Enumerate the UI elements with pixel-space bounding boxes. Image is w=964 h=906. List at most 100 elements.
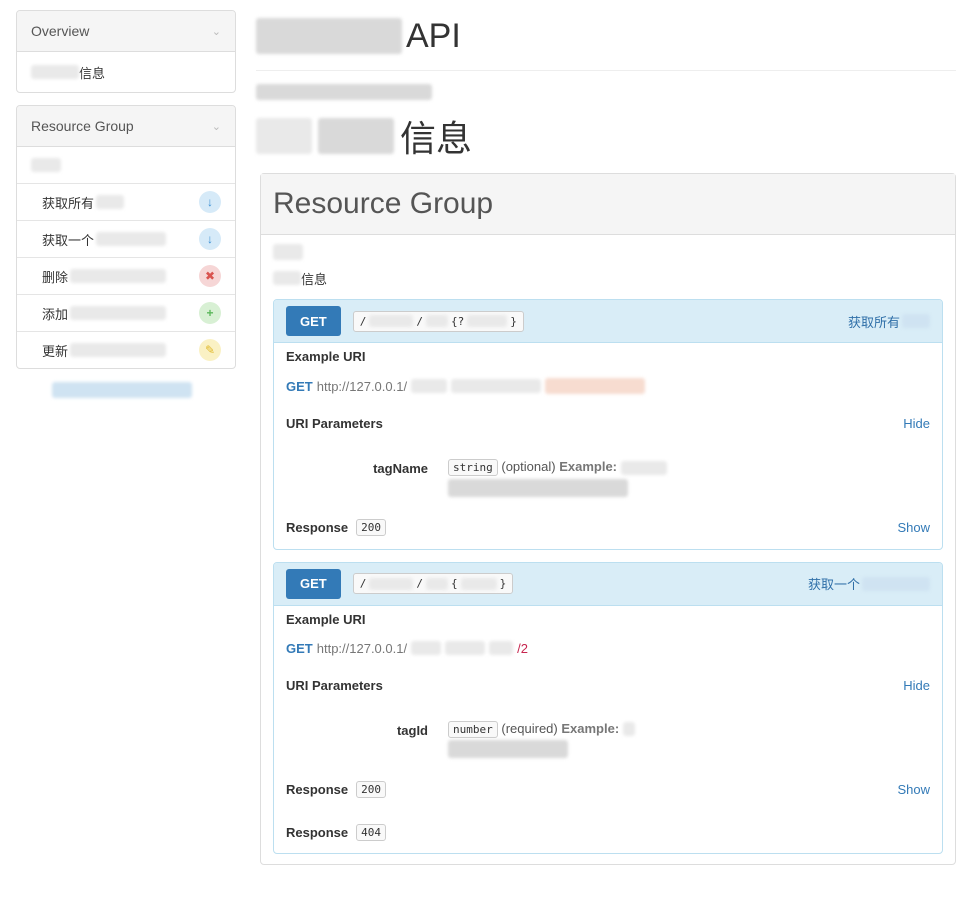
redacted-text — [273, 271, 301, 285]
param-example-label: Example: — [561, 720, 620, 736]
sidebar-item-add[interactable]: 添加 + — [17, 295, 235, 332]
uri-part: / — [359, 314, 367, 328]
redacted-text — [52, 381, 192, 398]
sidebar-item-info[interactable]: 信息 — [17, 52, 235, 92]
uri-part: / — [416, 314, 423, 328]
action-title-link[interactable]: 获取一个 — [808, 574, 930, 593]
sidebar-item-update[interactable]: 更新 ✎ — [17, 332, 235, 368]
redacted-text — [545, 378, 646, 394]
redacted-text — [448, 478, 628, 497]
param-requirement: (required) — [501, 720, 558, 736]
show-response-toggle[interactable]: Show — [897, 782, 930, 797]
redacted-text — [460, 577, 497, 590]
resource-group-title: Resource Group — [31, 118, 134, 134]
chevron-down-icon: ⌄ — [211, 120, 221, 133]
resource-group-header[interactable]: Resource Group ⌄ — [17, 106, 235, 147]
example-host: http://127.0.0.1/ — [316, 640, 408, 656]
param-example-label: Example: — [559, 459, 618, 474]
info-title-text: 信息 — [400, 118, 473, 159]
redacted-text — [70, 269, 167, 283]
sidebar-item-label: 获取一个 — [42, 232, 95, 248]
redacted-text — [451, 379, 542, 393]
redacted-text — [411, 641, 442, 656]
redacted-text — [96, 195, 125, 209]
action-get-all: GET / / {? } 获取所有 Example URI GET http:/… — [273, 299, 943, 550]
example-uri-heading: Example URI — [286, 611, 366, 627]
method-badge: GET — [286, 306, 341, 336]
redacted-text — [445, 641, 486, 656]
redacted-text — [256, 18, 402, 54]
example-method: GET — [286, 378, 313, 394]
action-header[interactable]: GET / / {? } 获取所有 — [274, 300, 942, 343]
sidebar-item-label: 删除 — [42, 269, 69, 285]
main-content: API 信息 Resource Group 信息 GET / / {?} 获取… — [256, 10, 956, 866]
page-title: API — [256, 10, 956, 62]
show-response-toggle[interactable]: Show — [897, 520, 930, 535]
response-label: Response — [286, 781, 349, 797]
response-label: Response — [286, 824, 349, 840]
response-code: 200 — [356, 780, 387, 798]
param-requirement: (optional) — [501, 459, 556, 474]
sidebar-footer-link[interactable] — [52, 381, 236, 399]
redacted-text — [318, 118, 394, 154]
action-header[interactable]: GET / / { } 获取一个 — [274, 562, 942, 606]
hide-params-toggle[interactable]: Hide — [903, 678, 930, 693]
redacted-text — [448, 740, 568, 759]
divider — [256, 70, 956, 71]
example-uri-heading: Example URI — [286, 349, 366, 364]
uri-template: / / { } — [352, 573, 514, 595]
response-row: Response 404 — [286, 819, 930, 845]
redacted-text — [467, 315, 508, 327]
action-get-one: GET / / { } 获取一个 Example URI GET http://… — [273, 561, 943, 855]
redacted-text — [425, 315, 448, 327]
sidebar-item-delete[interactable]: 删除 ✖ — [17, 258, 235, 295]
response-code: 200 — [356, 519, 387, 537]
redacted-text — [31, 158, 61, 172]
uri-params-heading: URI Parameters — [286, 677, 383, 693]
resource-label[interactable] — [17, 147, 235, 184]
hide-params-toggle[interactable]: Hide — [903, 416, 930, 431]
chevron-down-icon: ⌄ — [211, 25, 221, 38]
action-title: 获取一个 — [807, 577, 860, 593]
example-tail: /2 — [517, 640, 528, 656]
arrow-down-icon: ↓ — [199, 228, 221, 250]
sidebar-item-get-all[interactable]: 获取所有 ↓ — [17, 184, 235, 221]
example-method: GET — [286, 640, 313, 656]
action-title-link[interactable]: 获取所有 — [848, 312, 930, 331]
redacted-text — [425, 577, 448, 590]
sidebar-item-label: 信息 — [79, 65, 106, 81]
redacted-text — [902, 314, 930, 328]
redacted-text — [273, 243, 303, 260]
redacted-text — [489, 641, 514, 656]
sidebar-item-get-one[interactable]: 获取一个 ↓ — [17, 221, 235, 258]
uri-template: / / {? } — [352, 310, 524, 332]
uri-part: } — [499, 577, 507, 591]
api-title-text: API — [406, 16, 461, 55]
overview-panel: Overview ⌄ 信息 — [16, 10, 236, 93]
param-type: string — [448, 459, 498, 476]
param-row: tagId number (required) Example: — [286, 720, 930, 759]
response-row: Response 200 Show — [286, 515, 930, 541]
sidebar-item-label: 添加 — [42, 306, 69, 322]
redacted-text — [862, 576, 930, 591]
overview-title: Overview — [31, 23, 90, 39]
resource-name — [273, 243, 943, 265]
redacted-text — [70, 343, 167, 357]
resource-description: 信息 — [273, 265, 943, 291]
response-label: Response — [286, 520, 349, 536]
response-code: 404 — [356, 823, 387, 841]
example-uri: GET http://127.0.0.1/ — [286, 378, 930, 394]
api-description — [256, 83, 956, 103]
overview-header[interactable]: Overview ⌄ — [17, 11, 235, 52]
pencil-icon: ✎ — [199, 339, 221, 361]
redacted-text — [620, 460, 667, 475]
plus-icon: + — [199, 302, 221, 324]
redacted-text — [369, 577, 414, 590]
redacted-text — [622, 722, 635, 737]
response-row: Response 200 Show — [286, 776, 930, 802]
method-badge: GET — [286, 568, 341, 599]
uri-part: / — [416, 577, 423, 591]
uri-params-heading: URI Parameters — [286, 416, 383, 431]
resource-group-panel: Resource Group ⌄ 获取所有 ↓ 获取一个 ↓ 删除 ✖ 添加 +… — [16, 105, 236, 369]
arrow-down-icon: ↓ — [199, 191, 221, 213]
